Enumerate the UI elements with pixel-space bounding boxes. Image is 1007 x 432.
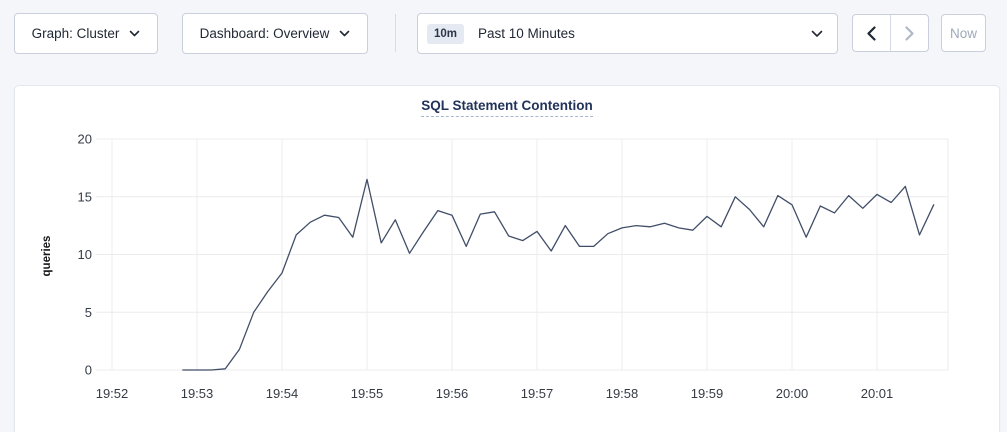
now-button[interactable]: Now: [941, 14, 986, 52]
y-tick-label: 10: [78, 247, 92, 262]
x-tick-label: 19:55: [351, 386, 384, 401]
x-tick-label: 19:54: [266, 386, 299, 401]
prev-range-button[interactable]: [853, 15, 890, 51]
y-tick-label: 0: [85, 363, 92, 378]
chevron-left-icon: [867, 26, 876, 41]
y-tick-label: 20: [78, 132, 92, 147]
y-tick-label: 15: [78, 189, 92, 204]
time-range-nav: [852, 14, 929, 52]
x-tick-label: 19:57: [521, 386, 554, 401]
dashboard-selector-dropdown[interactable]: Dashboard: Overview: [182, 13, 368, 54]
x-tick-label: 19:58: [606, 386, 639, 401]
x-tick-label: 19:52: [96, 386, 129, 401]
chevron-right-icon: [905, 26, 914, 41]
x-tick-label: 19:59: [691, 386, 724, 401]
next-range-button[interactable]: [890, 15, 928, 51]
metric-line-queries: [183, 179, 934, 370]
toolbar: Graph: Cluster Dashboard: Overview 10m P…: [0, 0, 1007, 70]
toolbar-divider: [395, 14, 396, 52]
graph-selector-label: Graph: Cluster: [32, 26, 120, 41]
x-tick-label: 20:01: [861, 386, 894, 401]
x-tick-label: 20:00: [776, 386, 809, 401]
sql-statement-contention-chart[interactable]: 0 5 10 15 20 19:52 19:53 19:54 19:55 19:56 19:57 19…: [15, 86, 1001, 432]
x-tick-label: 19:53: [181, 386, 214, 401]
time-range-badge: 10m: [427, 24, 464, 44]
dashboard-selector-label: Dashboard: Overview: [200, 26, 330, 41]
graph-selector-dropdown[interactable]: Graph: Cluster: [14, 13, 158, 54]
x-tick-label: 19:56: [436, 386, 469, 401]
chevron-down-icon: [811, 30, 823, 38]
y-tick-label: 5: [85, 305, 92, 320]
y-axis-title: queries: [41, 236, 53, 277]
chart-card: SQL Statement Contention 0510152019:5219…: [14, 85, 1000, 432]
chevron-down-icon: [339, 30, 350, 37]
time-range-label: Past 10 Minutes: [478, 26, 811, 41]
time-range-picker[interactable]: 10m Past 10 Minutes: [417, 13, 838, 54]
chevron-down-icon: [129, 30, 140, 37]
